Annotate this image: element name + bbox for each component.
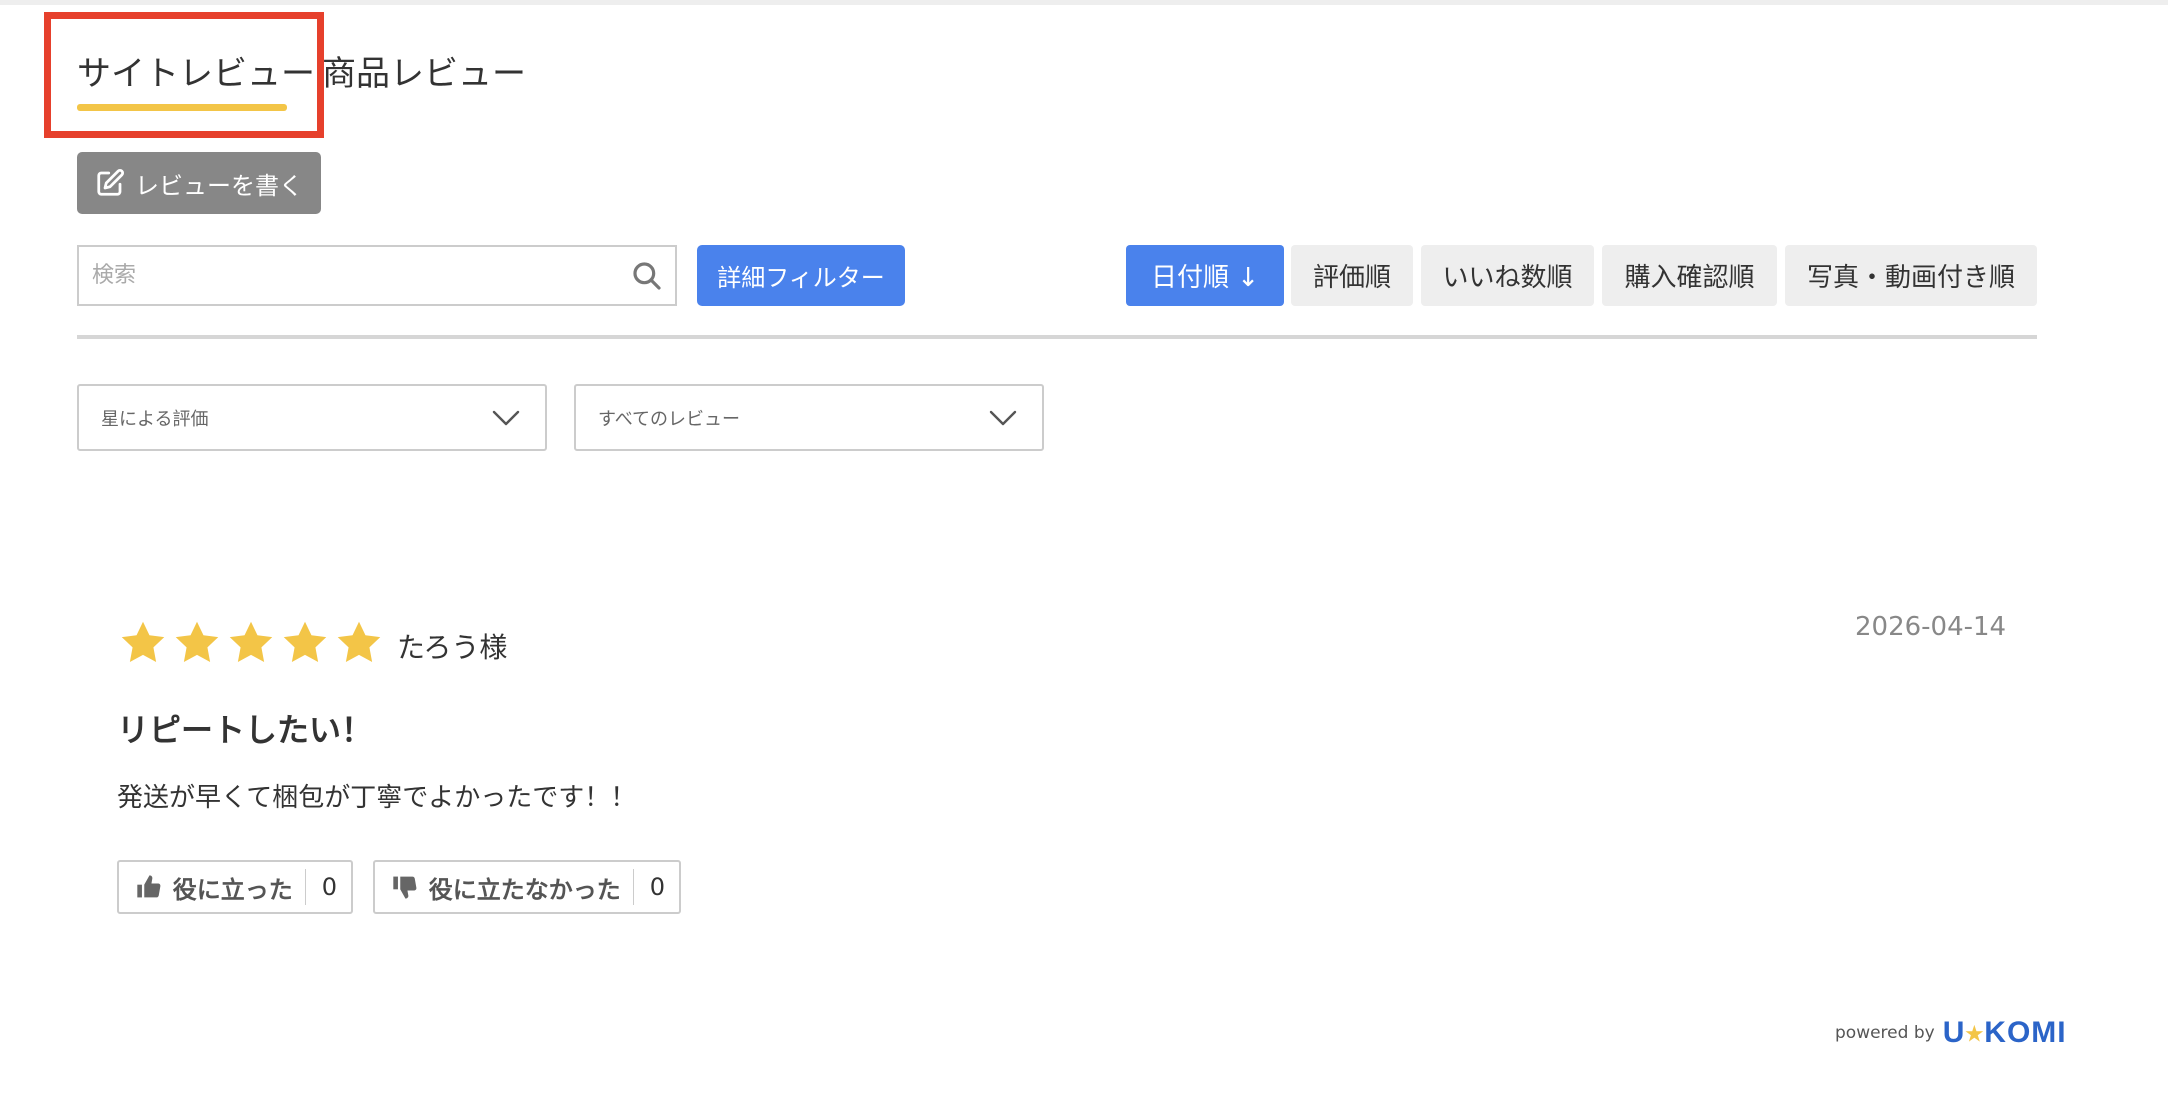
top-border bbox=[0, 0, 2168, 5]
thumbs-down-icon bbox=[393, 876, 417, 899]
thumbs-up-icon bbox=[137, 875, 161, 898]
star-icon bbox=[121, 621, 165, 662]
star-icon bbox=[337, 621, 381, 662]
sort-by-date-button[interactable]: 日付順 ↓ bbox=[1126, 245, 1284, 306]
sort-by-likes-button[interactable]: いいね数順 bbox=[1421, 245, 1594, 306]
star-rating bbox=[117, 618, 385, 668]
tab-product-review[interactable]: 商品レビュー bbox=[322, 54, 526, 94]
star-rating-dropdown-label: 星による評価 bbox=[101, 408, 209, 430]
sort-by-rating-button[interactable]: 評価順 bbox=[1291, 245, 1413, 306]
star-icon bbox=[283, 621, 327, 662]
reviewer-name: たろう様 bbox=[397, 631, 508, 664]
review-title: リピートしたい！ bbox=[117, 711, 374, 749]
write-review-label: レビューを書く bbox=[135, 171, 303, 200]
chevron-down-icon bbox=[989, 410, 1017, 425]
search-input[interactable] bbox=[79, 247, 631, 304]
helpful-button[interactable]: 役に立った 0 bbox=[117, 860, 353, 914]
write-review-button[interactable]: レビューを書く bbox=[77, 152, 321, 214]
helpful-count: 0 bbox=[321, 873, 337, 901]
sort-by-media-button[interactable]: 写真・動画付き順 bbox=[1785, 245, 2037, 306]
sort-by-purchase-button[interactable]: 購入確認順 bbox=[1602, 245, 1777, 306]
star-icon bbox=[229, 621, 273, 662]
helpful-label: 役に立った bbox=[172, 875, 293, 904]
all-reviews-dropdown[interactable]: すべてのレビュー bbox=[574, 384, 1044, 451]
star-rating-dropdown[interactable]: 星による評価 bbox=[77, 384, 547, 451]
edit-icon bbox=[97, 168, 125, 196]
star-icon bbox=[175, 621, 219, 662]
powered-by[interactable]: powered by U★KOMI bbox=[1835, 1016, 2067, 1050]
chevron-down-icon bbox=[492, 410, 520, 425]
detail-filter-button[interactable]: 詳細フィルター bbox=[697, 245, 905, 306]
review-date: 2026-04-14 bbox=[1855, 612, 2007, 642]
ukomi-logo: U★KOMI bbox=[1942, 1016, 2067, 1049]
highlight-annotation-box bbox=[44, 12, 324, 138]
search-icon[interactable] bbox=[631, 260, 663, 292]
unhelpful-count: 0 bbox=[649, 873, 665, 901]
unhelpful-label: 役に立たなかった bbox=[428, 875, 621, 904]
powered-by-text: powered by bbox=[1835, 1023, 1935, 1043]
search-field bbox=[77, 245, 677, 306]
all-reviews-dropdown-label: すべてのレビュー bbox=[598, 408, 741, 430]
unhelpful-button[interactable]: 役に立たなかった 0 bbox=[373, 860, 681, 914]
review-body: 発送が早くて梱包が丁寧でよかったです！！ bbox=[117, 783, 637, 813]
divider bbox=[77, 335, 2037, 339]
